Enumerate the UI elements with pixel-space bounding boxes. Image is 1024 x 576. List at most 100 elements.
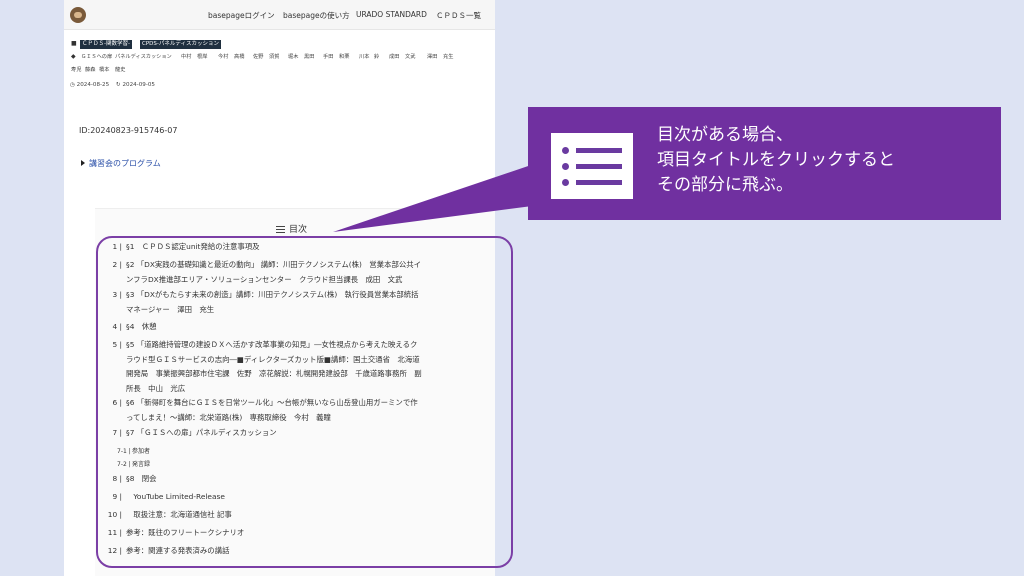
toc-subitem-label: 発言録 [132,461,151,468]
toc-item-5[interactable]: ラウド型ＧＩＳサービスの志向―■ディレクターズカット版■講師：国土交通省 北海道 [102,353,420,367]
updated-date-value: 2024-09-05 [122,82,155,88]
toc-item-label: §8 閉会 [126,474,157,483]
site-logo[interactable] [70,7,86,23]
keyword-tag[interactable]: 龍史 [115,67,125,74]
category-badge[interactable]: ＣＰＤＳ-関数学習- [80,40,132,49]
toc-item-number: 8 | [112,474,122,483]
keyword-tag[interactable]: 佐野 [253,54,263,61]
program-link-label: 講習会のプログラム [89,159,161,168]
toc-item-number: 9 | [112,492,122,501]
published-date-value: 2024-08-25 [76,82,110,88]
list-icon [551,133,633,199]
keyword-tag[interactable]: 橋本 [99,67,109,74]
nav-link-urado[interactable]: URADO STANDARD [356,10,427,19]
toc-item-5[interactable]: 開発局 事業振興部都市住宅課 佐野 凉花解説：札幌開発建設部 千歳道路事務所 副 [102,367,422,381]
toc-item-8[interactable]: 8 | §8 閉会 [102,472,157,486]
toc-item-6[interactable]: ってしまえ！～講師：北栄道路(株) 専務取締役 今村 義瞳 [102,411,331,425]
keyword-tag[interactable]: 黒田 [304,54,314,61]
toc-item-label: ラウド型ＧＩＳサービスの志向―■ディレクターズカット版■講師：国土交通省 北海道 [126,354,420,364]
caret-right-icon [81,160,85,166]
toc-item-label: §6 「新得町を舞台にＧＩＳを日常ツール化」～台帳が無いなら山岳登山用ガーミンで… [126,398,418,407]
toc-item-label: §3 「DXがもたらす未来の創造」講師：川田テクノシステム(株) 執行役員営業本… [126,290,419,299]
list-icon [276,225,285,233]
nav-link-howto[interactable]: basepageの使い方 [283,10,350,21]
keyword-tag[interactable]: 充生 [443,54,453,61]
keyword-tag[interactable]: 寿児 [71,67,81,74]
keyword-tag[interactable]: 成田 [389,54,399,61]
keyword-tag[interactable]: 和栗 [339,54,349,61]
callout-line: その部分に飛ぶ。 [657,175,793,195]
toc-item-11[interactable]: 11 | 参考：既往のフリートークシナリオ [102,526,245,540]
toc-item-label: ってしまえ！～講師：北栄道路(株) 専務取締役 今村 義瞳 [126,412,331,422]
toc-item-number: 6 | [112,398,122,407]
keyword-tag[interactable]: 手田 [323,54,333,61]
toc-item-label: 所長 中山 光広 [126,383,186,393]
toc-item-number: 7 | [112,428,122,437]
toc-title-label: 目次 [289,225,308,235]
category-badge[interactable]: CPDS-パネルディスカッション [140,40,221,49]
callout-line: 項目タイトルをクリックすると [657,150,895,170]
keyword-tag[interactable]: 今村 [218,54,228,61]
toc-item-label: §1 ＣＰＤＳ認定unit発給の注意事項及 [126,242,260,251]
toc-item-number: 4 | [112,322,122,331]
keyword-tag[interactable]: 鈴 [374,54,379,61]
toc-item-1[interactable]: 1 | §1 ＣＰＤＳ認定unit発給の注意事項及 [102,240,260,254]
toc-item-6[interactable]: 6 | §6 「新得町を舞台にＧＩＳを日常ツール化」～台帳が無いなら山岳登山用ガー… [102,396,418,410]
keyword-tag[interactable]: 文武 [405,54,415,61]
toc-item-number: 5 | [112,340,122,349]
toc-item-5[interactable]: 所長 中山 光広 [102,382,185,396]
toc-item-2[interactable]: 2 | §2 「DX実践の基礎知識と最近の動向」 講師：川田テクノシステム(株) … [102,258,421,272]
toc-subitem[interactable]: 7-1 |参加者 [117,446,150,457]
toc-item-label: 参考：既往のフリートークシナリオ [126,528,245,537]
keyword-tag[interactable]: 須賀 [269,54,279,61]
nav-link-login[interactable]: basepageログイン [208,10,275,21]
updated-date: ↻ 2024-09-05 [116,82,155,88]
document-id: ID:20240823-915746-07 [79,126,178,135]
toc-item-7[interactable]: 7 | §7 「ＧＩＳへの扉」パネルディスカッション [102,426,277,440]
callout-line: 目次がある場合、 [657,125,793,145]
toc-item-10[interactable]: 10 | 取扱注意：北海道通信社 記事 [102,508,232,522]
keyword-tag[interactable]: 根岸 [197,54,207,61]
toc-subitem-label: 参加者 [132,448,151,455]
keyword-tag[interactable]: 中村 [181,54,191,61]
toc-item-label: §7 「ＧＩＳへの扉」パネルディスカッション [126,428,277,437]
keyword-tag[interactable]: ＧＩＳへの扉 [81,54,112,61]
toc-item-label: 開発局 事業振興部都市住宅課 佐野 凉花解説：札幌開発建設部 千歳道路事務所 副 [126,369,422,378]
callout-text: 目次がある場合、 項目タイトルをクリックすると その部分に飛ぶ。 [657,123,987,198]
toc-subitem[interactable]: 7-2 |発言録 [117,459,150,470]
toc-subitem-number: 7-1 | [117,448,131,455]
toc-item-label: §4 休憩 [126,322,157,331]
keyword-tag[interactable]: 澤田 [427,54,437,61]
toc-item-label: YouTube Limited-Release [126,492,225,501]
toc-item-3[interactable]: マネージャー 澤田 充生 [102,303,214,317]
published-date: ◷ 2024-08-25 [70,82,110,88]
keyword-tag[interactable]: 川本 [359,54,369,61]
toc-item-5[interactable]: 5 | §5 「道路維持管理の建設ＤＸへ活かす改革事業の知見」―女性視点から考えた… [102,338,417,352]
program-toggle[interactable]: 講習会のプログラム [81,158,161,169]
toc-item-number: 10 | [107,510,122,519]
toc-item-2[interactable]: ンフラDX推進部エリア・ソリューションセンター クラウド担当課長 成田 文武 [102,273,402,287]
keyword-tag[interactable]: 高橋 [234,54,244,61]
toc-item-number: 2 | [112,260,122,269]
folder-icon: ■ [71,40,77,47]
toc-item-3[interactable]: 3 | §3 「DXがもたらす未来の創造」講師：川田テクノシステム(株) 執行役員… [102,288,419,302]
toc-item-label: 取扱注意：北海道通信社 記事 [126,510,232,519]
top-navbar: basepageログイン basepageの使い方 URADO STANDARD… [64,0,495,30]
nav-link-cpds[interactable]: ＣＰＤＳ一覧 [436,10,481,21]
toc-item-number: 11 | [107,528,122,537]
toc-item-4[interactable]: 4 | §4 休憩 [102,320,157,334]
toc-item-label: §5 「道路維持管理の建設ＤＸへ活かす改革事業の知見」―女性視点から考えた映える… [126,340,418,349]
keyword-tag[interactable]: パネルディスカッション [115,54,172,61]
toc-item-number: 1 | [112,242,122,251]
toc-item-label: ンフラDX推進部エリア・ソリューションセンター クラウド担当課長 成田 文武 [126,274,403,284]
toc-item-12[interactable]: 12 | 参考：関連する発表済みの講話 [102,544,230,558]
keyword-tag[interactable]: 堀木 [288,54,298,61]
toc-heading: 目次 [276,222,307,235]
toc-item-number: 3 | [112,290,122,299]
toc-item-label: マネージャー 澤田 充生 [126,304,215,314]
toc-item-label: 参考：関連する発表済みの講話 [126,546,230,555]
toc-item-9[interactable]: 9 | YouTube Limited-Release [102,490,225,504]
tag-icon: ◆ [71,53,76,60]
toc-item-label: §2 「DX実践の基礎知識と最近の動向」 講師：川田テクノシステム(株) 営業本… [126,260,422,269]
keyword-tag[interactable]: 藤森 [85,67,95,74]
